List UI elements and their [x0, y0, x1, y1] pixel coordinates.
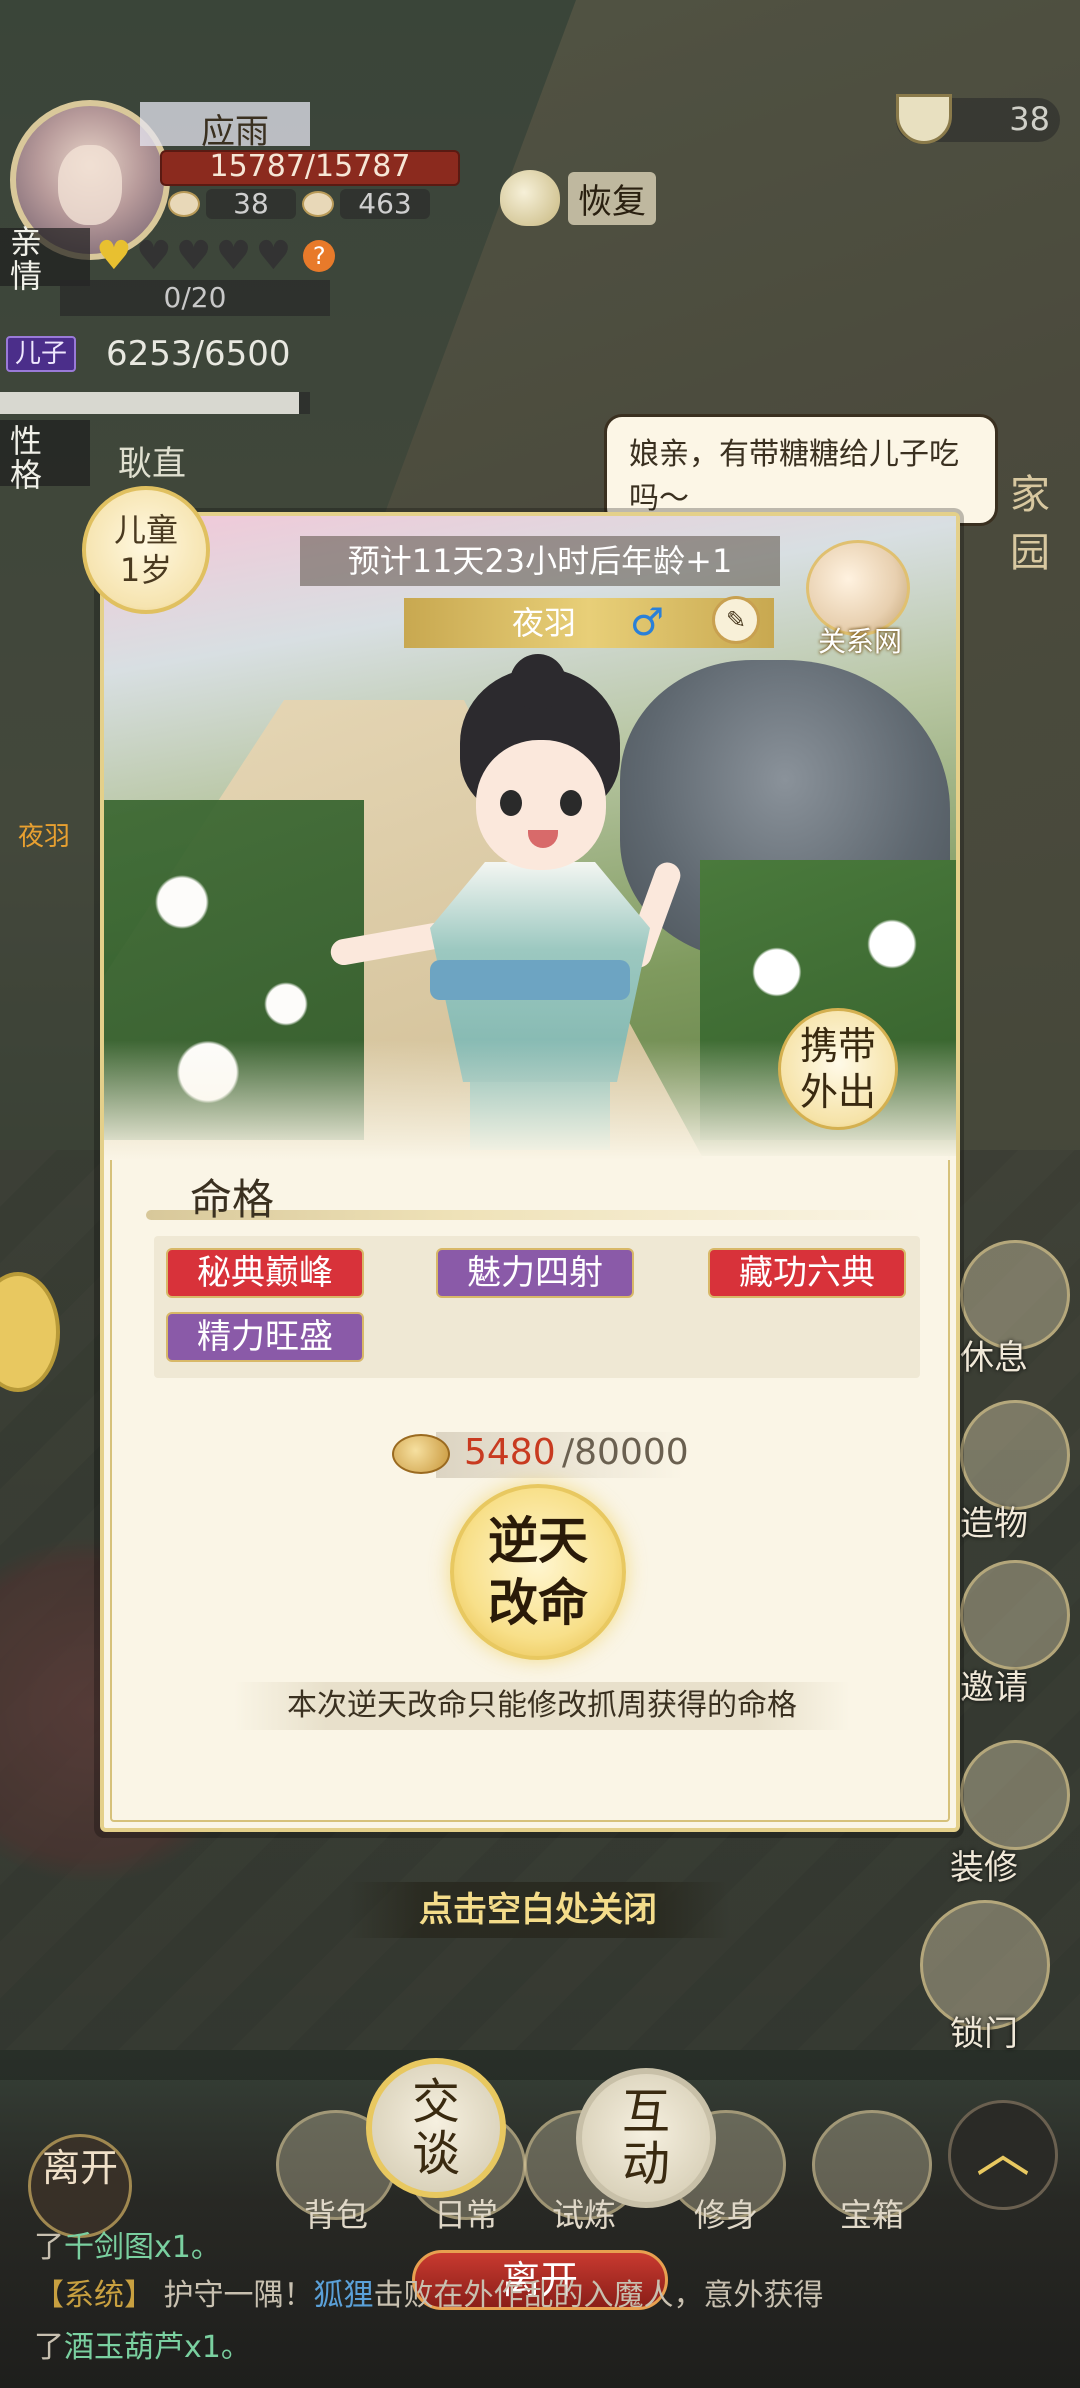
gourd-icon — [500, 170, 560, 226]
carry-out-button[interactable]: 携带 外出 — [778, 1008, 898, 1130]
jiayuan-label[interactable]: 家园 — [1010, 462, 1080, 578]
coin-icon — [392, 1434, 450, 1474]
xingge-label: 性 格 — [10, 422, 43, 494]
child-eye-right — [560, 790, 582, 816]
bottom-label-cultivate[interactable]: 修身 — [666, 2190, 786, 2236]
trait-tag[interactable]: 精力旺盛 — [166, 1312, 364, 1362]
child-eye-left — [500, 790, 522, 816]
interact-button[interactable]: 互 动 — [576, 2068, 716, 2208]
child-hair-bun — [510, 654, 566, 710]
carry-out-line1: 携带 — [799, 1024, 876, 1068]
log-line-2: 【系统】 护守一隅！狐狸击败在外作乱的入魔人，意外获得 — [34, 2270, 824, 2314]
bun-icon — [302, 191, 334, 217]
rename-brush-icon[interactable]: ✎ — [712, 596, 760, 644]
heart-empty-icon: ♥ — [135, 233, 172, 279]
son-exp: 6253/6500 — [106, 334, 291, 374]
log-line2-sys: 【系统】 — [34, 2278, 154, 2313]
age-stage: 儿童 — [113, 511, 178, 549]
reverse-fate-button[interactable]: 逆天 改命 — [450, 1484, 626, 1660]
craft-icon[interactable] — [960, 1400, 1070, 1510]
carry-out-line2: 外出 — [799, 1070, 876, 1114]
log-line3-prefix: 了 — [34, 2330, 64, 2365]
hp-text: 15787/15787 — [209, 149, 411, 184]
talk-line1: 交 — [411, 2074, 460, 2130]
male-icon: ♂ — [630, 600, 665, 644]
recover-button[interactable]: 恢复 — [500, 170, 656, 226]
invite-icon[interactable] — [960, 1560, 1070, 1670]
son-tag: 儿子 — [6, 336, 76, 372]
child-face — [476, 740, 606, 870]
side-label-rest[interactable]: 休息 — [960, 1330, 1028, 1379]
chevron-up-icon[interactable]: ︿ — [948, 2100, 1058, 2210]
help-icon[interactable]: ? — [303, 240, 336, 272]
log-line-3: 了酒玉葫芦x1。 — [34, 2322, 251, 2366]
bowl-count: 38 — [206, 189, 296, 219]
leave-circle-label: 离开 — [41, 2146, 118, 2190]
interact-line2: 动 — [621, 2136, 670, 2192]
log-line3-item: 酒玉葫芦x1。 — [64, 2330, 251, 2365]
heart-filled-icon: ♥ — [96, 233, 132, 279]
log-line1-prefix: 了 — [34, 2230, 64, 2265]
recover-label: 恢复 — [568, 171, 656, 225]
bun-count: 463 — [340, 189, 430, 219]
bottom-label-chest[interactable]: 宝箱 — [812, 2190, 932, 2236]
heart-empty-icon: ♥ — [255, 233, 292, 279]
qin-progress: 0/20 — [60, 280, 330, 316]
talk-button[interactable]: 交 谈 — [366, 2058, 506, 2198]
hammer-icon[interactable] — [960, 1740, 1070, 1850]
age-badge: 儿童 1岁 — [82, 486, 210, 614]
side-label-craft[interactable]: 造物 — [960, 1496, 1028, 1545]
heart-empty-icon: ♥ — [215, 233, 252, 279]
interact-line1: 互 — [621, 2084, 670, 2140]
child-sash — [430, 960, 630, 1000]
top-bowl-count: 38 — [1009, 100, 1050, 138]
bottom-label-backpack[interactable]: 背包 — [276, 2190, 396, 2236]
log-line2-name: 狐狸 — [313, 2278, 374, 2313]
age-timer: 预计11天23小时后年龄+1 — [300, 536, 780, 586]
relation-net-label[interactable]: 关系网 — [800, 620, 920, 660]
heart-empty-icon: ♥ — [175, 233, 212, 279]
age-years: 1岁 — [119, 551, 173, 589]
player-name: 应雨 — [201, 112, 269, 152]
side-label-invite[interactable]: 邀请 — [960, 1660, 1028, 1709]
trait-tag[interactable]: 魅力四射 — [436, 1248, 634, 1298]
affection-hearts: ♥ ♥ ♥ ♥ ♥ ? — [96, 233, 336, 279]
log-line-1: 了千剑图x1。 — [34, 2222, 221, 2266]
log-line2-text-b: 击败在外作乱的入魔人，意外获得 — [373, 2278, 824, 2313]
reverse-fate-line1: 逆天 — [488, 1511, 588, 1570]
trait-tag[interactable]: 藏功六典 — [708, 1248, 906, 1298]
cost-current: 5480 — [464, 1432, 556, 1473]
trait-tag[interactable]: 秘典巅峰 — [166, 1248, 364, 1298]
avatar-face — [58, 145, 122, 225]
side-label-lock[interactable]: 锁门 — [950, 2006, 1018, 2055]
talk-line2: 谈 — [411, 2126, 460, 2182]
child-name-small: 夜羽 — [18, 822, 71, 852]
son-exp-bar-fill — [0, 392, 299, 414]
close-hint[interactable]: 点击空白处关闭 — [346, 1882, 730, 1938]
log-line1-item: 千剑图x1。 — [64, 2230, 221, 2265]
log-line2-text-a: 护守一隅！ — [163, 2278, 314, 2313]
side-label-decorate[interactable]: 装修 — [950, 1840, 1018, 1889]
reverse-fate-line2: 改命 — [488, 1573, 588, 1632]
xingge-value: 耿直 — [118, 444, 186, 484]
reverse-fate-note: 本次逆天改命只能修改抓周获得的命格 — [234, 1682, 850, 1730]
cost-max: /80000 — [562, 1432, 689, 1473]
bowl-icon — [168, 191, 200, 217]
player-stats: 38 463 — [168, 186, 430, 222]
mingge-title: 命格 — [190, 1175, 275, 1224]
